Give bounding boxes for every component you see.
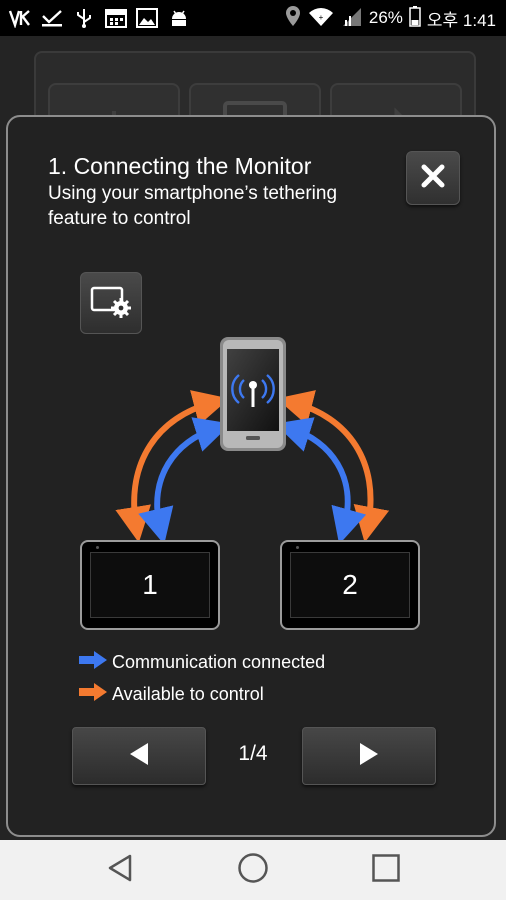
right-blue-arrow <box>274 417 367 545</box>
tutorial-dialog: 1. Connecting the Monitor Using your sma… <box>6 115 496 837</box>
monitor-2: 2 <box>280 540 420 630</box>
legend-control: Available to control <box>78 682 264 706</box>
triangle-left-icon <box>128 741 150 772</box>
legend-communication: Communication connected <box>78 650 325 674</box>
right-orange-arrow <box>276 390 390 543</box>
image-icon <box>136 7 158 29</box>
vlingo-icon <box>8 7 32 29</box>
blue-arrow-icon <box>78 650 108 675</box>
clock: 오후 1:41 <box>426 10 496 30</box>
monitor-2-label: 2 <box>290 552 410 618</box>
calendar-icon <box>104 7 128 29</box>
download-done-icon <box>40 7 64 29</box>
location-icon <box>285 5 301 32</box>
back-icon <box>106 853 134 888</box>
next-page-button[interactable] <box>302 727 436 785</box>
nav-home-button[interactable] <box>233 852 273 888</box>
monitor-1-label: 1 <box>90 552 210 618</box>
orange-arrow-icon <box>78 682 108 707</box>
nav-recents-button[interactable] <box>366 852 406 888</box>
battery-percent: 26% <box>368 8 403 27</box>
android-icon <box>168 7 190 29</box>
left-blue-arrow <box>138 417 232 545</box>
triangle-right-icon <box>358 741 380 772</box>
status-bar: + 26% 오후 1:41 <box>0 0 506 36</box>
smartphone-icon <box>220 337 286 451</box>
previous-page-button[interactable] <box>72 727 206 785</box>
home-icon <box>237 852 269 889</box>
wifi-icon: + <box>307 6 335 31</box>
battery-icon <box>409 5 421 32</box>
usb-icon <box>74 7 94 29</box>
monitor-1: 1 <box>80 540 220 630</box>
svg-text:+: + <box>319 13 324 22</box>
left-orange-arrow <box>115 390 230 543</box>
nav-back-button[interactable] <box>100 852 140 888</box>
legend-communication-label: Communication connected <box>112 651 326 672</box>
signal-icon <box>341 6 363 31</box>
recents-icon <box>371 853 401 888</box>
navigation-bar <box>0 840 506 900</box>
page-indicator: 1/4 <box>238 742 268 765</box>
legend-control-label: Available to control <box>112 683 264 704</box>
